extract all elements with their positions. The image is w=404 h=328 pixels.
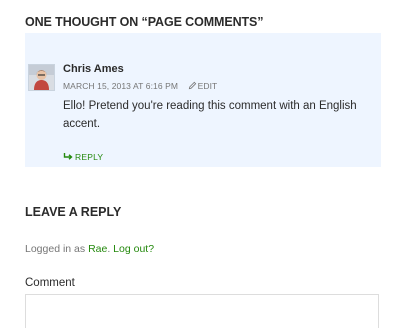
reply-label: Reply [75,152,104,162]
comment-date[interactable]: March 15, 2013 at 6:16 pm [63,81,178,91]
reply-form-title: Leave a Reply [25,205,122,219]
logout-link[interactable]: Log out? [113,243,154,255]
comment-field-label: Comment [25,277,75,289]
pencil-icon [188,81,196,90]
comments-page: One thought on “Page Comments” Chris Ame… [0,0,404,328]
comment-item: Chris Ames March 15, 2013 at 6:16 pm Edi… [25,33,381,167]
user-avatar-icon[interactable] [28,64,55,91]
reply-button[interactable]: Reply [63,152,103,162]
comments-title: One thought on “Page Comments” [25,15,264,29]
user-profile-link[interactable]: Rae [88,243,107,255]
comment-text: Ello! Pretend you're reading this commen… [63,100,357,130]
edit-label: Edit [197,81,218,91]
logged-in-prefix: Logged in as [25,243,89,255]
comment-author[interactable]: Chris Ames [63,63,124,75]
reply-arrow-icon [63,153,73,160]
comment-field[interactable] [25,294,379,328]
comment-meta: March 15, 2013 at 6:16 pm Edit [63,81,217,91]
edit-link[interactable]: Edit [188,81,218,91]
logged-in-as: Logged in as Rae. Log out? [25,243,154,255]
